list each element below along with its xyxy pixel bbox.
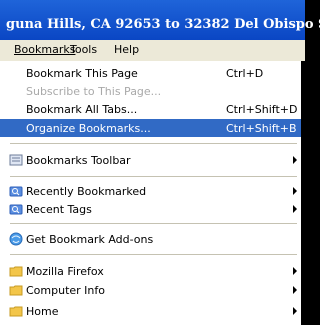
folder-icon [9, 266, 23, 277]
menu-separator [10, 223, 297, 224]
submenu-arrow-icon [293, 267, 297, 275]
menubar-tools[interactable]: Tools [70, 43, 97, 56]
window-titlebar: guna Hills, CA 92653 to 32382 Del Obispo… [0, 0, 320, 40]
menu-item-shortcut: Ctrl+Shift+D [226, 103, 298, 116]
menu-item-label: Mozilla Firefox [26, 265, 104, 278]
bookmarks-menu: Bookmark This Page Ctrl+D Subscribe to T… [0, 61, 303, 325]
menu-item-label: Bookmark All Tabs... [26, 103, 138, 116]
search-folder-icon [9, 204, 23, 215]
menu-item-recent-tags[interactable]: Recent Tags [0, 200, 301, 218]
menubar-bookmarks[interactable]: Bookmarks [14, 43, 75, 56]
menu-item-bookmark-all-tabs[interactable]: Bookmark All Tabs... Ctrl+Shift+D [0, 100, 301, 118]
menu-item-mozilla-firefox[interactable]: Mozilla Firefox [0, 262, 301, 280]
toolbar-icon [9, 154, 23, 166]
menu-item-computer-info[interactable]: Computer Info [0, 281, 301, 299]
menu-item-bookmarks-toolbar[interactable]: Bookmarks Toolbar [0, 151, 301, 169]
addon-globe-icon [9, 232, 23, 246]
submenu-arrow-icon [293, 286, 297, 294]
menu-item-label: Bookmarks Toolbar [26, 154, 131, 167]
search-folder-icon [9, 186, 23, 197]
menu-item-get-bookmark-addons[interactable]: Get Bookmark Add-ons [0, 230, 301, 248]
submenu-arrow-icon [293, 187, 297, 195]
menu-item-label: Get Bookmark Add-ons [26, 233, 154, 246]
menu-separator [10, 254, 297, 255]
menu-item-label: Bookmark This Page [26, 67, 138, 80]
menu-item-label: Recent Tags [26, 203, 92, 216]
submenu-arrow-icon [293, 307, 297, 315]
menu-item-label: Recently Bookmarked [26, 185, 147, 198]
folder-icon [9, 306, 23, 317]
menu-separator [10, 143, 297, 144]
menu-separator [10, 176, 297, 177]
menu-item-recently-bookmarked[interactable]: Recently Bookmarked [0, 182, 301, 200]
menu-item-label: Subscribe to This Page... [26, 85, 162, 98]
submenu-arrow-icon [293, 156, 297, 164]
window-title: guna Hills, CA 92653 to 32382 Del Obispo… [6, 17, 320, 32]
folder-icon [9, 285, 23, 296]
menu-item-bookmark-this-page[interactable]: Bookmark This Page Ctrl+D [0, 64, 301, 82]
menu-item-subscribe[interactable]: Subscribe to This Page... [0, 82, 301, 100]
menu-item-label: Home [26, 305, 59, 318]
menu-item-label: Organize Bookmarks... [26, 122, 151, 135]
submenu-arrow-icon [293, 205, 297, 213]
menu-item-label: Computer Info [26, 284, 105, 297]
menubar-help[interactable]: Help [114, 43, 139, 56]
menu-item-home[interactable]: Home [0, 302, 301, 320]
menubar: Bookmarks Tools Help [0, 40, 305, 61]
menu-item-shortcut: Ctrl+D [226, 67, 264, 80]
menu-item-shortcut: Ctrl+Shift+B [226, 122, 297, 135]
menu-item-organize-bookmarks[interactable]: Organize Bookmarks... Ctrl+Shift+B [0, 119, 301, 137]
